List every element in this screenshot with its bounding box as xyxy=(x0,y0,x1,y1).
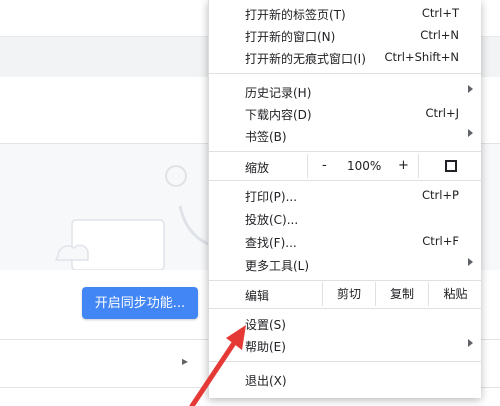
annotation-arrow-icon xyxy=(189,325,246,406)
